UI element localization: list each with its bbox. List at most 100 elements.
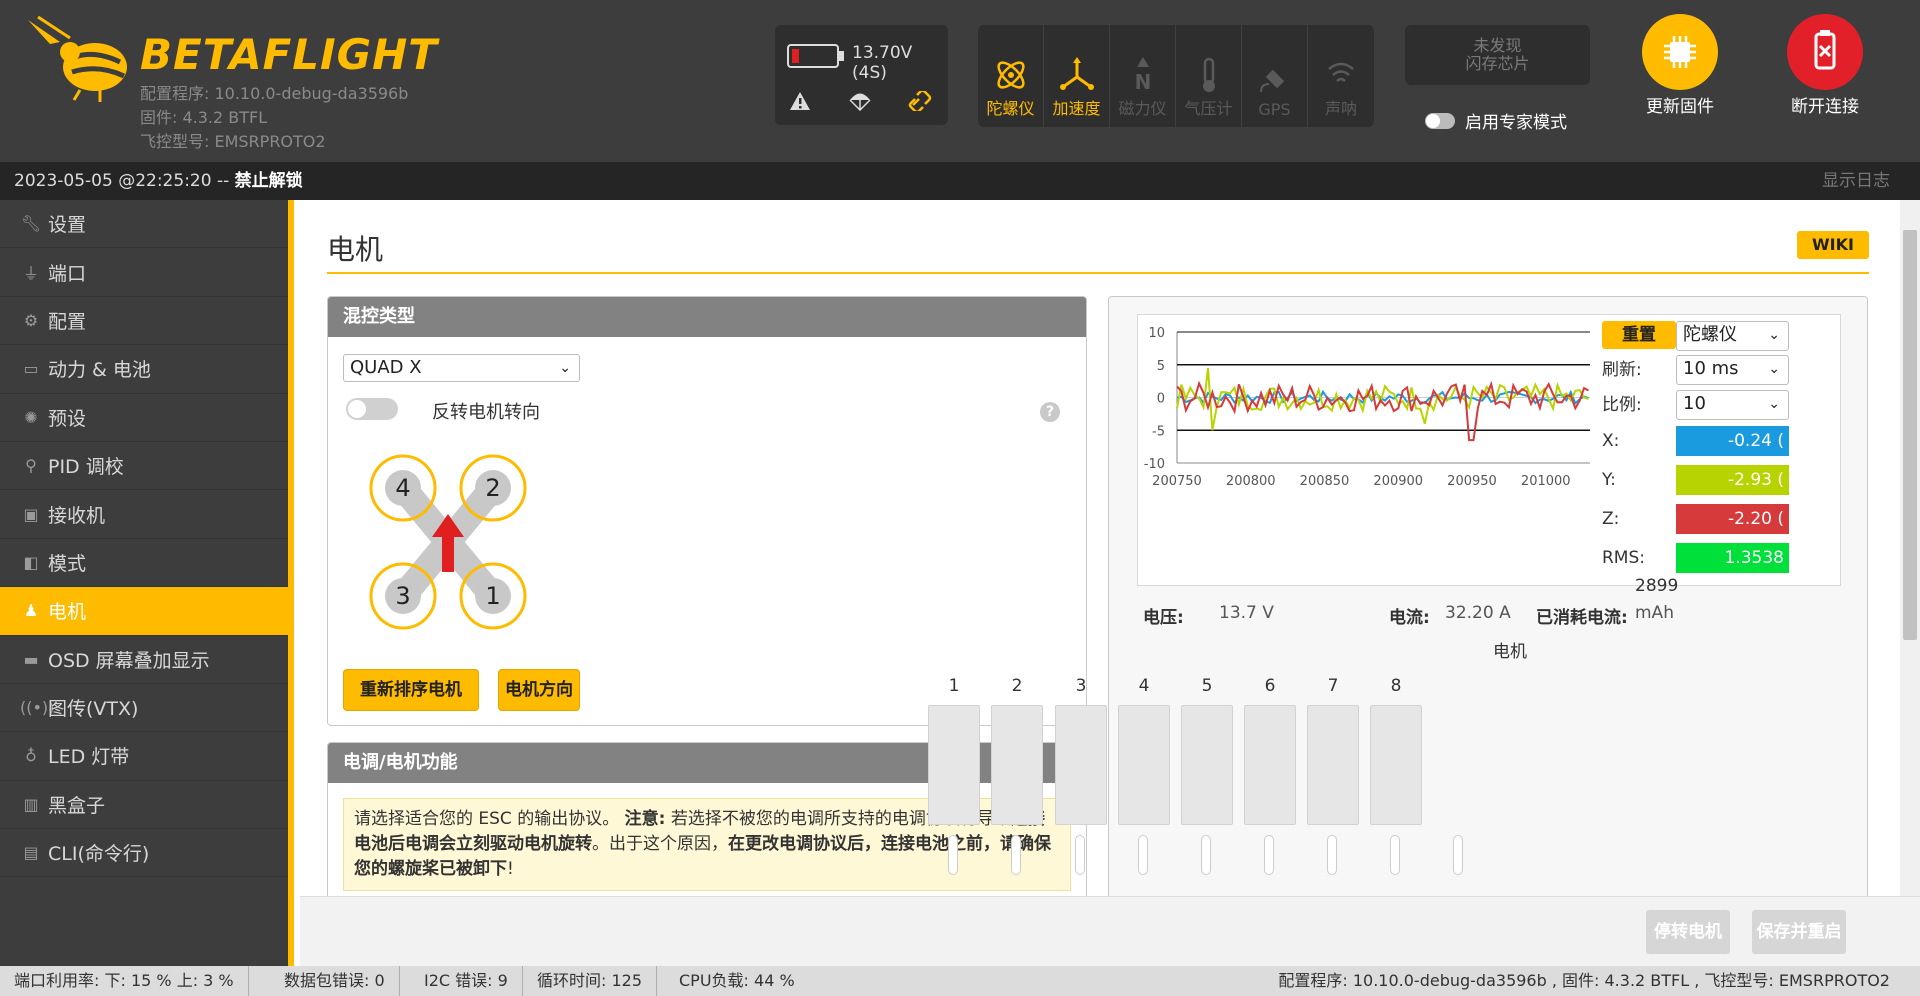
reorder-motors-button[interactable]: 重新排序电机 <box>343 669 479 711</box>
gyro-icon <box>996 61 1025 89</box>
motor-5-meter <box>1181 705 1233 825</box>
stop-motors-button[interactable]: 停转电机 <box>1646 910 1730 954</box>
sitemap-icon: ⚲ <box>25 456 37 476</box>
graph-sensor-select[interactable]: 陀螺仪 ⌄ <box>1676 321 1789 351</box>
expert-mode-label: 启用专家模式 <box>1465 113 1567 133</box>
extra-value: 2899 <box>1635 576 1679 596</box>
motor-7-number: 7 <box>1327 676 1339 696</box>
y-tick-label: -5 <box>1152 424 1165 439</box>
sidebar-item-led[interactable]: ♁ LED 灯带 <box>0 732 288 781</box>
header: BETAFLIGHT 配置程序: 10.10.0-debug-da3596b 固… <box>0 0 1920 162</box>
motor-8-number: 8 <box>1390 676 1402 696</box>
motor-direction-button[interactable]: 电机方向 <box>498 669 580 711</box>
sidebar-item-configuration[interactable]: ⚙ 配置 <box>0 297 288 346</box>
cycle-time: 循环时间: 125 <box>523 966 658 996</box>
bottom-status-bar: 端口利用率: 下: 15 % 上: 3 % 数据包错误: 0 I2C 错误: 9… <box>0 966 1920 996</box>
sidebar-item-presets[interactable]: ✺ 预设 <box>0 394 288 442</box>
motor-3-meter <box>1055 705 1107 825</box>
scrollbar[interactable] <box>1900 200 1920 896</box>
sidebar-item-receiver[interactable]: ▣ 接收机 <box>0 490 288 539</box>
y-tick-label: 5 <box>1157 359 1165 374</box>
motor-7-slider[interactable] <box>1327 835 1337 875</box>
motor-5-number: 5 <box>1201 676 1213 696</box>
arming-status: 禁止解锁 <box>234 171 303 191</box>
i2c-errors: I2C 错误: 9 <box>410 966 523 996</box>
y-tick-label: 0 <box>1157 392 1165 407</box>
battery-voltage: 13.70V (4S) <box>852 43 913 83</box>
wiki-button[interactable]: WIKI <box>1797 231 1869 259</box>
chip-icon <box>1664 36 1696 68</box>
y-value-box: -2.93 ( -296.59 ) <box>1676 465 1789 520</box>
motor-2-label: 2 <box>485 474 500 502</box>
bee-logo-icon <box>28 15 127 102</box>
current-value: 32.20 A <box>1445 603 1511 623</box>
x-axis-label: X: <box>1602 431 1620 451</box>
warning-icon <box>790 92 810 110</box>
gear-icon: ⚙ <box>23 310 39 330</box>
sidebar: 🔧︎ 设置 ⏚ 端口 ⚙ 配置 ▭ 动力 & 电池 ✺ 预设 ⚲ PID 调校 ▣ 接收机 ◧… <box>0 200 294 966</box>
motor-6-meter <box>1244 705 1296 825</box>
expert-mode-switch[interactable] <box>1425 112 1455 129</box>
update-firmware-button[interactable] <box>1642 14 1718 90</box>
sidebar-item-vtx[interactable]: ((•)) 图传(VTX) <box>0 684 288 733</box>
motor-8-meter <box>1370 705 1422 825</box>
master-motor-slider[interactable] <box>1453 835 1463 875</box>
motor-4-slider[interactable] <box>1138 835 1148 875</box>
x-tick-label: 200900 <box>1373 474 1423 489</box>
sidebar-item-motors[interactable]: ♟ 电机 <box>0 587 288 636</box>
status-line: 2023-05-05 @22:25:20 -- 禁止解锁 显示日志 <box>0 162 1920 200</box>
motor-3-number: 3 <box>1075 676 1087 696</box>
satellite-icon <box>1259 69 1284 93</box>
motor-8-slider[interactable] <box>1390 835 1400 875</box>
current-label: 电流: <box>1389 608 1430 628</box>
motor-5-slider[interactable] <box>1201 835 1211 875</box>
x-tick-label: 200750 <box>1152 474 1202 489</box>
motor-3-slider[interactable] <box>1075 835 1085 875</box>
reverse-motor-toggle[interactable] <box>346 398 398 420</box>
packet-errors: 数据包错误: 0 <box>270 966 400 996</box>
motor-6-slider[interactable] <box>1264 835 1274 875</box>
mixer-panel: 混控类型 QUAD X ⌄ 反转电机转向 ? 4 2 3 1 重新排序电机 电机… <box>327 296 1087 726</box>
sidebar-item-power[interactable]: ▭ 动力 & 电池 <box>0 345 288 394</box>
motor-1-slider[interactable] <box>948 835 958 875</box>
sidebar-item-ports[interactable]: ⏚ 端口 <box>0 248 288 297</box>
consumed-value: mAh <box>1635 603 1674 623</box>
title-divider <box>327 272 1869 274</box>
disconnect-button[interactable] <box>1787 14 1863 90</box>
z-axis-label: Z: <box>1602 509 1620 529</box>
save-reboot-button[interactable]: 保存并重启 <box>1752 910 1846 954</box>
consumed-label: 已消耗电流: <box>1536 608 1628 628</box>
timestamp: 2023-05-05 @22:25:20 -- <box>14 171 235 191</box>
scale-select[interactable]: 10 ⌄ <box>1676 390 1789 420</box>
sidebar-item-modes[interactable]: ◧ 模式 <box>0 539 288 588</box>
receiver-icon: ▣ <box>23 504 39 524</box>
mixer-type-select[interactable]: QUAD X ⌄ <box>343 354 580 382</box>
thermometer-icon <box>1202 57 1215 92</box>
motor-4-label: 4 <box>395 474 410 502</box>
terminal-icon: ▤ <box>23 843 39 863</box>
help-icon[interactable]: ? <box>1040 402 1060 422</box>
link-icon[interactable] <box>908 91 932 111</box>
motor-7-meter <box>1307 705 1359 825</box>
sidebar-item-cli[interactable]: ▤ CLI(命令行) <box>0 829 288 878</box>
version-info: 配置程序: 10.10.0-debug-da3596b , 固件: 4.3.2 … <box>1278 971 1890 990</box>
sidebar-item-setup[interactable]: 🔧︎ 设置 <box>0 200 288 249</box>
expert-mode-toggle[interactable]: 启用专家模式 <box>1425 108 1567 133</box>
y-tick-label: -10 <box>1144 457 1165 472</box>
sensor-baro: 气压计 <box>1176 25 1242 127</box>
show-log-link[interactable]: 显示日志 <box>1822 162 1890 200</box>
scrollbar-thumb[interactable] <box>1903 230 1917 640</box>
motor-1-number: 1 <box>948 676 960 696</box>
sidebar-item-pid[interactable]: ⚲ PID 调校 <box>0 442 288 491</box>
sidebar-item-osd[interactable]: ▬ OSD 屏幕叠加显示 <box>0 636 288 684</box>
port-utilization: 端口利用率: 下: 15 % 上: 3 % <box>0 966 249 996</box>
x-tick-label: 201000 <box>1521 474 1571 489</box>
sensor-mag: N 磁力仪 <box>1110 25 1176 127</box>
reset-graph-button[interactable]: 重置 <box>1602 321 1676 349</box>
refresh-rate-select[interactable]: 10 ms ⌄ <box>1676 355 1789 385</box>
sidebar-item-blackbox[interactable]: ▥ 黑盒子 <box>0 781 288 830</box>
x-tick-label: 200950 <box>1447 474 1497 489</box>
motor-3-label: 3 <box>395 582 410 610</box>
z-value-box: -2.20 ( -400.98 ) <box>1676 504 1789 559</box>
motor-2-slider[interactable] <box>1011 835 1021 875</box>
